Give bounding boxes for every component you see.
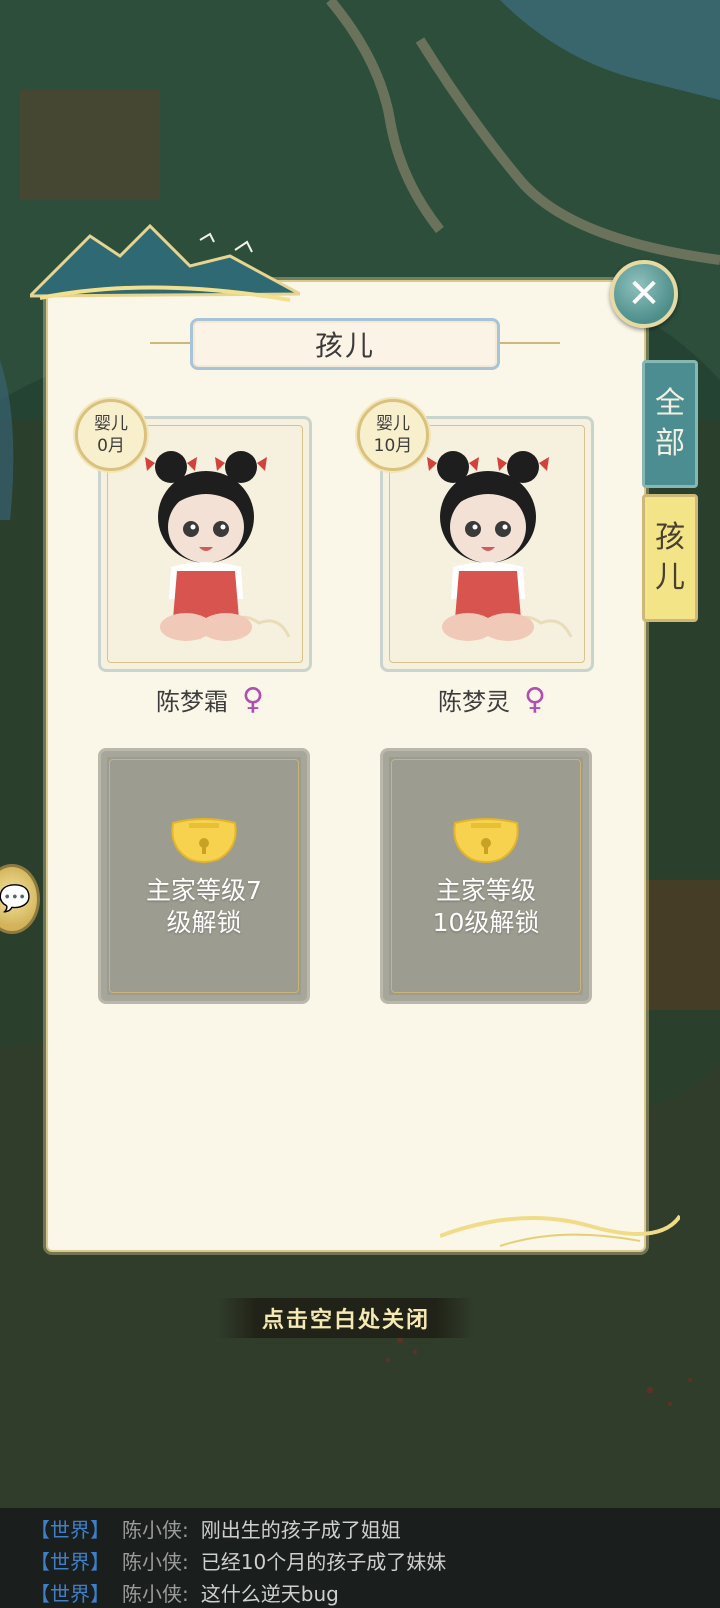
tab-children-label-1: 孩	[655, 520, 685, 555]
tab-children[interactable]: 孩 儿	[642, 494, 698, 622]
baby-portrait	[427, 451, 549, 641]
child-name: 陈梦霜	[156, 688, 228, 716]
title-ornament-right	[500, 342, 560, 344]
child-name-row: 陈梦灵 ♀	[438, 682, 546, 717]
chat-user: 陈小侠:	[122, 1550, 189, 1574]
padlock-icon	[453, 818, 519, 863]
baby-portrait	[145, 451, 267, 641]
locked-slot[interactable]: 主家等级 10级解锁	[380, 748, 592, 1004]
unlock-requirement: 主家等级 10级解锁	[383, 875, 589, 939]
chat-message: 【世界】 陈小侠: 已经10个月的孩子成了妹妹	[30, 1546, 446, 1575]
tab-all-label-2: 部	[655, 426, 685, 461]
tab-all[interactable]: 全 部	[642, 360, 698, 488]
female-icon: ♀	[242, 681, 264, 717]
tab-all-label-1: 全	[655, 386, 685, 421]
chat-channel: 【世界】	[30, 1550, 110, 1574]
age-badge: 婴儿 0月	[75, 399, 147, 471]
title-plate: 孩儿	[190, 318, 500, 370]
dialog-title: 孩儿	[314, 329, 375, 362]
chat-text: 已经10个月的孩子成了妹妹	[200, 1550, 447, 1574]
unlock-line-1: 主家等级7	[146, 876, 262, 905]
chat-text: 这什么逆天bug	[200, 1582, 339, 1606]
chat-user: 陈小侠:	[122, 1582, 189, 1606]
age-months: 10月	[373, 436, 413, 456]
title-ornament-left	[150, 342, 190, 344]
padlock-icon	[171, 818, 237, 863]
locked-slot[interactable]: 主家等级7 级解锁	[98, 748, 310, 1004]
age-badge: 婴儿 10月	[357, 399, 429, 471]
child-name: 陈梦灵	[438, 688, 510, 716]
unlock-line-1: 主家等级	[435, 876, 536, 905]
child-card[interactable]: 婴儿 10月	[357, 399, 594, 672]
tap-to-close-hint: 点击空白处关闭	[218, 1298, 474, 1338]
chat-message: 【世界】 陈小侠: 刚出生的孩子成了姐姐	[30, 1514, 401, 1543]
chat-channel: 【世界】	[30, 1582, 110, 1606]
child-card[interactable]: 婴儿 0月	[75, 399, 312, 672]
age-stage: 婴儿	[94, 414, 128, 434]
age-months: 0月	[97, 436, 125, 456]
close-x-icon: ✕	[627, 271, 661, 317]
age-stage: 婴儿	[376, 414, 410, 434]
tab-children-label-2: 儿	[655, 560, 685, 595]
female-icon: ♀	[524, 681, 546, 717]
close-button[interactable]: ✕	[610, 260, 678, 328]
chat-text: 刚出生的孩子成了姐姐	[200, 1518, 401, 1542]
speech-bubble-icon: 💬	[0, 884, 31, 914]
chat-user: 陈小侠:	[122, 1518, 189, 1542]
child-name-row: 陈梦霜 ♀	[156, 682, 264, 717]
unlock-line-2: 级解锁	[166, 908, 242, 937]
chat-channel: 【世界】	[30, 1518, 110, 1542]
chat-message: 【世界】 陈小侠: 这什么逆天bug	[30, 1578, 339, 1607]
unlock-requirement: 主家等级7 级解锁	[101, 875, 307, 939]
unlock-line-2: 10级解锁	[432, 908, 540, 937]
world-chat-panel[interactable]: 【世界】 陈小侠: 刚出生的孩子成了姐姐 【世界】 陈小侠: 已经10个月的孩子…	[0, 1508, 720, 1608]
